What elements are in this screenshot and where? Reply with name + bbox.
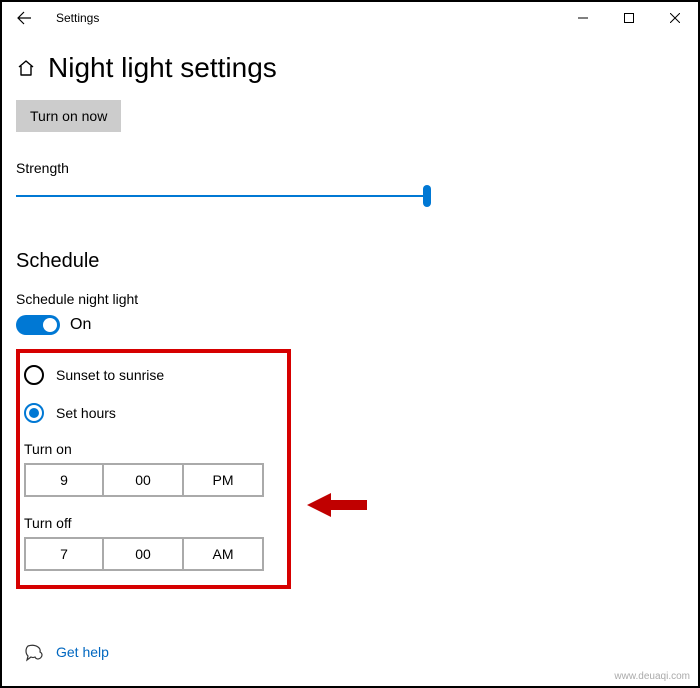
- schedule-toggle-label: Schedule night light: [16, 291, 686, 307]
- watermark: www.deuaqi.com: [614, 671, 690, 682]
- schedule-heading: Schedule: [16, 250, 686, 273]
- radio-label: Set hours: [56, 405, 116, 421]
- radio-sunset-to-sunrise[interactable]: Sunset to sunrise: [24, 365, 279, 385]
- minimize-button[interactable]: [560, 2, 606, 34]
- annotation-highlight-box: Sunset to sunrise Set hours Turn on 9 00…: [16, 349, 291, 589]
- turn-on-now-button[interactable]: Turn on now: [16, 100, 121, 132]
- turn-on-ampm[interactable]: PM: [184, 463, 264, 497]
- close-icon: [670, 13, 680, 23]
- turn-on-minute[interactable]: 00: [104, 463, 184, 497]
- get-help-link[interactable]: Get help: [56, 644, 109, 660]
- minimize-icon: [578, 13, 588, 23]
- turn-off-hour[interactable]: 7: [24, 537, 104, 571]
- turn-off-label: Turn off: [24, 515, 279, 531]
- turn-on-time-picker: 9 00 PM: [24, 463, 279, 497]
- maximize-button[interactable]: [606, 2, 652, 34]
- help-icon: [24, 642, 44, 662]
- turn-on-label: Turn on: [24, 441, 279, 457]
- maximize-icon: [624, 13, 634, 23]
- close-button[interactable]: [652, 2, 698, 34]
- turn-off-ampm[interactable]: AM: [184, 537, 264, 571]
- toggle-state-text: On: [70, 316, 91, 334]
- slider-track-line: [16, 195, 431, 197]
- turn-off-minute[interactable]: 00: [104, 537, 184, 571]
- slider-thumb[interactable]: [423, 185, 431, 207]
- home-icon[interactable]: [16, 58, 36, 78]
- annotation-arrow: [307, 490, 367, 520]
- radio-set-hours[interactable]: Set hours: [24, 403, 279, 423]
- turn-off-time-picker: 7 00 AM: [24, 537, 279, 571]
- schedule-toggle[interactable]: [16, 315, 60, 335]
- turn-on-hour[interactable]: 9: [24, 463, 104, 497]
- strength-label: Strength: [16, 160, 686, 176]
- arrow-left-icon: [16, 10, 32, 26]
- page-title: Night light settings: [48, 52, 277, 84]
- strength-slider[interactable]: [16, 184, 431, 208]
- radio-label: Sunset to sunrise: [56, 367, 164, 383]
- app-title: Settings: [56, 11, 99, 25]
- radio-icon-selected: [24, 403, 44, 423]
- radio-icon: [24, 365, 44, 385]
- back-button[interactable]: [10, 4, 38, 32]
- toggle-knob: [43, 318, 57, 332]
